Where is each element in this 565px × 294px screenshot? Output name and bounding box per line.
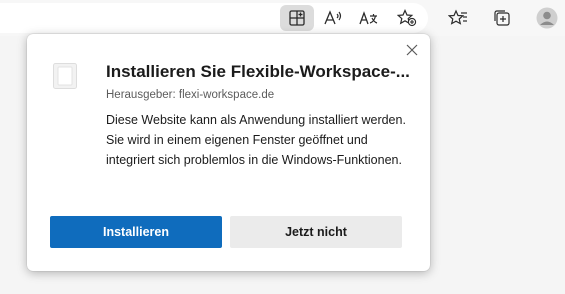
app-icon	[53, 63, 77, 89]
app-available-icon	[289, 10, 305, 26]
favorites-icon	[448, 9, 467, 25]
add-favorite-icon	[397, 9, 417, 27]
close-button[interactable]	[401, 39, 423, 61]
install-app-dialog: Installieren Sie Flexible-Workspace-... …	[27, 34, 430, 271]
close-icon	[406, 44, 418, 56]
read-aloud-icon	[324, 10, 342, 25]
translate-button[interactable]	[352, 5, 386, 31]
publisher-label: Herausgeber: flexi-workspace.de	[106, 89, 275, 101]
translate-icon	[359, 11, 378, 25]
profile-button[interactable]	[530, 5, 564, 31]
dialog-title: Installieren Sie Flexible-Workspace-...	[106, 62, 410, 81]
add-favorite-button[interactable]	[390, 5, 424, 31]
collections-icon	[494, 10, 510, 26]
dialog-description: Diese Website kann als Anwendung install…	[106, 113, 406, 167]
profile-avatar-icon	[536, 7, 558, 29]
read-aloud-button[interactable]	[316, 5, 350, 31]
browser-toolbar	[0, 0, 565, 36]
app-available-button[interactable]	[280, 5, 314, 31]
not-now-button[interactable]: Jetzt nicht	[230, 216, 402, 248]
install-button[interactable]: Installieren	[50, 216, 222, 248]
favorites-button[interactable]	[441, 5, 475, 31]
collections-button[interactable]	[486, 5, 520, 31]
